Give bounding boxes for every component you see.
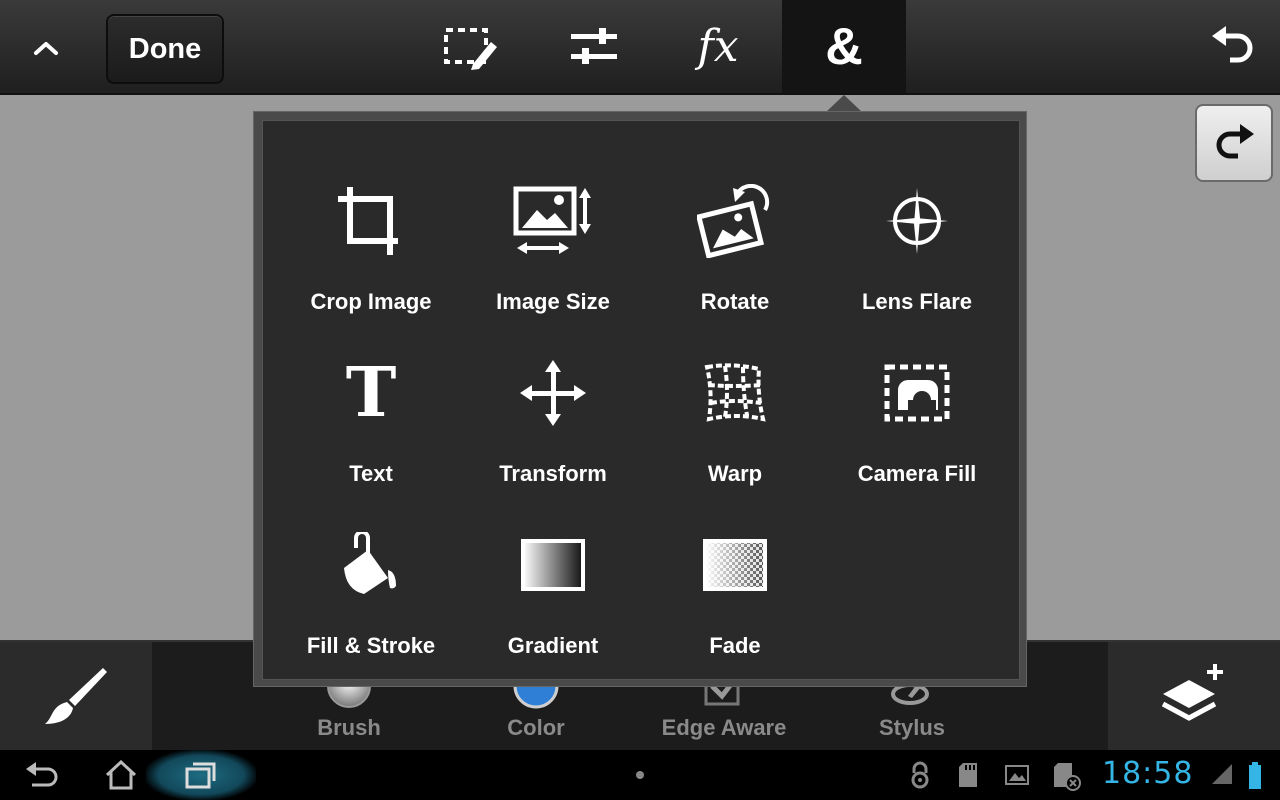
layers-button[interactable] [1108,642,1280,752]
adjustments-tool-button[interactable] [532,0,656,93]
fade-label: Fade [709,633,761,658]
gallery-icon [1005,765,1029,785]
tools-popup: Crop Image Image Size Rotate Lens Flare … [253,111,1027,687]
tools-popup-grid: Crop Image Image Size Rotate Lens Flare … [262,120,1020,680]
fx-icon: fx [697,21,739,72]
image-size-item[interactable]: Image Size [469,139,637,314]
rotate-item[interactable]: Rotate [651,139,819,314]
gradient-item[interactable]: Gradient [469,483,637,658]
move-arrows-icon [520,360,586,426]
brush-option-label: Brush [317,715,381,740]
image-size-icon [513,186,591,254]
gradient-label: Gradient [507,633,599,658]
more-tools-button[interactable]: & [782,0,906,93]
camera-fill-label: Camera Fill [857,461,977,486]
fade-item[interactable]: Fade [651,483,819,658]
crop-icon [338,187,398,255]
add-layer-icon [1161,664,1223,721]
menu-dot[interactable] [636,771,644,779]
lock-icon [911,761,929,789]
sd-card-error-icon [1054,763,1081,791]
fade-icon [703,539,767,591]
stylus-option-label: Stylus [878,715,946,740]
signal-icon [1212,764,1232,784]
effects-tool-button[interactable]: fx [656,0,780,93]
recent-apps-button[interactable] [166,750,236,800]
crop-image-item[interactable]: Crop Image [287,139,455,314]
recent-apps-icon [185,762,216,789]
camera-fill-icon [884,364,950,422]
popup-pointer [826,95,862,112]
text-icon: T [345,353,397,433]
selection-tool-button[interactable] [409,0,533,93]
warp-item[interactable]: Warp [651,311,819,486]
home-icon [105,760,137,790]
undo-icon [1212,26,1253,63]
rotate-image-icon [697,184,770,258]
redo-icon [1216,124,1254,159]
undo-button[interactable] [1196,14,1268,80]
camera-fill-item[interactable]: Camera Fill [833,311,1001,486]
collapse-chevron-up-icon[interactable] [14,20,78,76]
warp-grid-icon [704,363,766,422]
done-button[interactable]: Done [106,14,224,84]
ampersand-icon: & [825,17,863,76]
transform-item[interactable]: Transform [469,311,637,486]
back-button[interactable] [6,750,76,800]
redo-button[interactable] [1195,104,1273,182]
fill-stroke-item[interactable]: Fill & Stroke [287,483,455,658]
text-item[interactable]: T Text [287,311,455,486]
back-icon [26,762,58,787]
status-clock: 18:58 [1102,756,1194,791]
sd-card-icon [959,763,977,787]
edge-aware-option-label: Edge Aware [661,715,787,740]
top-toolbar: Done fx & [0,0,1280,95]
sliders-icon [571,27,617,64]
battery-icon [1249,762,1261,789]
fill-stroke-label: Fill & Stroke [306,633,436,658]
gradient-icon [521,539,585,591]
system-nav-bar: 18:58 [0,750,1280,800]
paintbrush-icon [45,668,107,724]
selection-pencil-icon [444,27,497,70]
color-option-label: Color [507,715,565,740]
lens-flare-icon [886,188,948,254]
brush-tool-button[interactable] [0,642,152,752]
paint-bucket-icon [344,532,396,594]
lens-flare-item[interactable]: Lens Flare [833,139,1001,314]
